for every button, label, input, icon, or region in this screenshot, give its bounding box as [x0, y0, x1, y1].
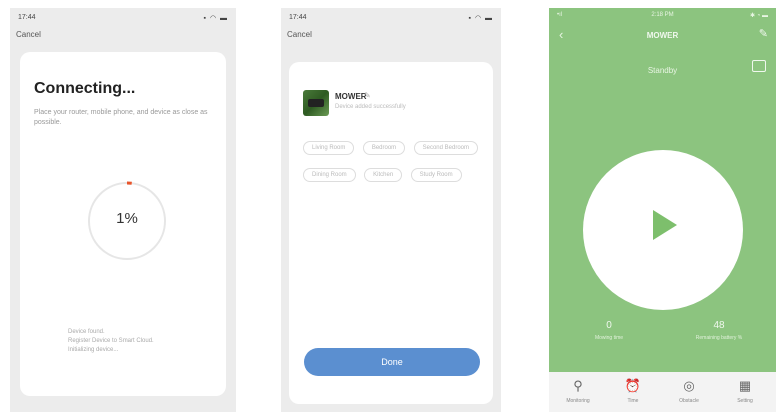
stat-value: 0	[606, 320, 612, 331]
bottom-tab-bar: ⚲ Monitoring ⏰ Time ◎ Obstacle ▦ Setting	[549, 372, 776, 412]
room-chip[interactable]: Living Room	[303, 141, 355, 155]
device-thumbnail	[303, 90, 329, 116]
device-added-screen: 17:44 ▪ ◠ ▬ Cancel MOWER ✎ Device added …	[281, 8, 501, 412]
shield-icon: ◎	[683, 378, 695, 393]
status-time: 17:44	[18, 14, 36, 21]
start-button[interactable]	[583, 150, 743, 310]
status-icons: ▪ ◠ ▬	[203, 15, 228, 22]
status-text: Standby	[647, 66, 678, 75]
room-chip[interactable]: Kitchen	[364, 168, 403, 182]
device-name: MOWER	[335, 92, 367, 101]
play-icon	[653, 210, 677, 240]
device-card: MOWER ✎ Device added successfully Living…	[289, 62, 493, 404]
mower-icon: ⚲	[573, 378, 583, 393]
status-time: 17:44	[289, 14, 307, 21]
edit-icon[interactable]: ✎	[364, 91, 371, 100]
room-chip[interactable]: Bedroom	[362, 141, 406, 155]
tab-label: Obstacle	[679, 398, 699, 404]
step-item: Device found.	[68, 329, 105, 335]
progress-percent: 1%	[116, 210, 138, 227]
stat-label: Remaining battery %	[695, 335, 743, 341]
battery-stat: 48 Remaining battery %	[669, 320, 769, 341]
mower-control-screen: •ıl 2:18 PM ✱ ◔ ▬ ‹ MOWER ✎ Standby 0 Mo…	[549, 8, 776, 412]
page-title: MOWER	[646, 31, 679, 40]
alarm-clock-icon: ⏰	[624, 378, 642, 393]
connecting-description: Place your router, mobile phone, and dev…	[34, 109, 208, 126]
tab-monitoring[interactable]: ⚲ Monitoring	[553, 378, 603, 404]
connecting-card: Connecting... Place your router, mobile …	[20, 52, 226, 396]
step-item: Initializing device...	[68, 347, 119, 353]
grid-icon: ▦	[738, 378, 752, 393]
message-icon[interactable]	[752, 60, 766, 72]
status-time: 2:18 PM	[651, 12, 674, 18]
tab-setting[interactable]: ▦ Setting	[720, 378, 770, 404]
tab-obstacle[interactable]: ◎ Obstacle	[664, 378, 714, 404]
status-bar: 17:44 ▪ ◠ ▬	[289, 14, 493, 24]
connecting-screen: 17:44 ▪ ◠ ▬ Cancel Connecting... Place y…	[10, 8, 236, 412]
pencil-icon[interactable]: ✎	[759, 27, 768, 40]
tab-time[interactable]: ⏰ Time	[608, 378, 658, 404]
status-bar: 17:44 ▪ ◠ ▬	[18, 14, 228, 24]
status-icons: ▪ ◠ ▬	[468, 15, 493, 22]
tab-label: Monitoring	[566, 398, 590, 404]
done-button[interactable]: Done	[304, 348, 480, 376]
tab-label: Time	[627, 398, 639, 404]
room-chip[interactable]: Study Room	[410, 168, 462, 182]
tab-label: Setting	[737, 398, 753, 404]
room-chip[interactable]: Dining Room	[303, 168, 356, 182]
cancel-button[interactable]: Cancel	[16, 30, 41, 39]
room-chip[interactable]: Second Bedroom	[413, 141, 478, 155]
status-bar: •ıl 2:18 PM ✱ ◔ ▬	[557, 12, 768, 22]
connecting-title: Connecting...	[34, 80, 136, 97]
progress-ring: 1%	[86, 180, 168, 262]
cancel-button[interactable]: Cancel	[287, 30, 312, 39]
status-icons: ✱ ◔ ▬	[750, 13, 768, 19]
connection-steps: Device found. Register Device to Smart C…	[68, 328, 208, 355]
step-item: Register Device to Smart Cloud.	[68, 338, 154, 344]
stat-value: 48	[713, 320, 725, 331]
device-subtitle: Device added successfully	[335, 104, 406, 110]
stat-label: Mowing time	[594, 335, 624, 341]
mowing-time-stat: 0 Mowing time	[559, 320, 659, 341]
room-chips: Living Room Bedroom Second Bedroom Dinin…	[303, 136, 483, 190]
